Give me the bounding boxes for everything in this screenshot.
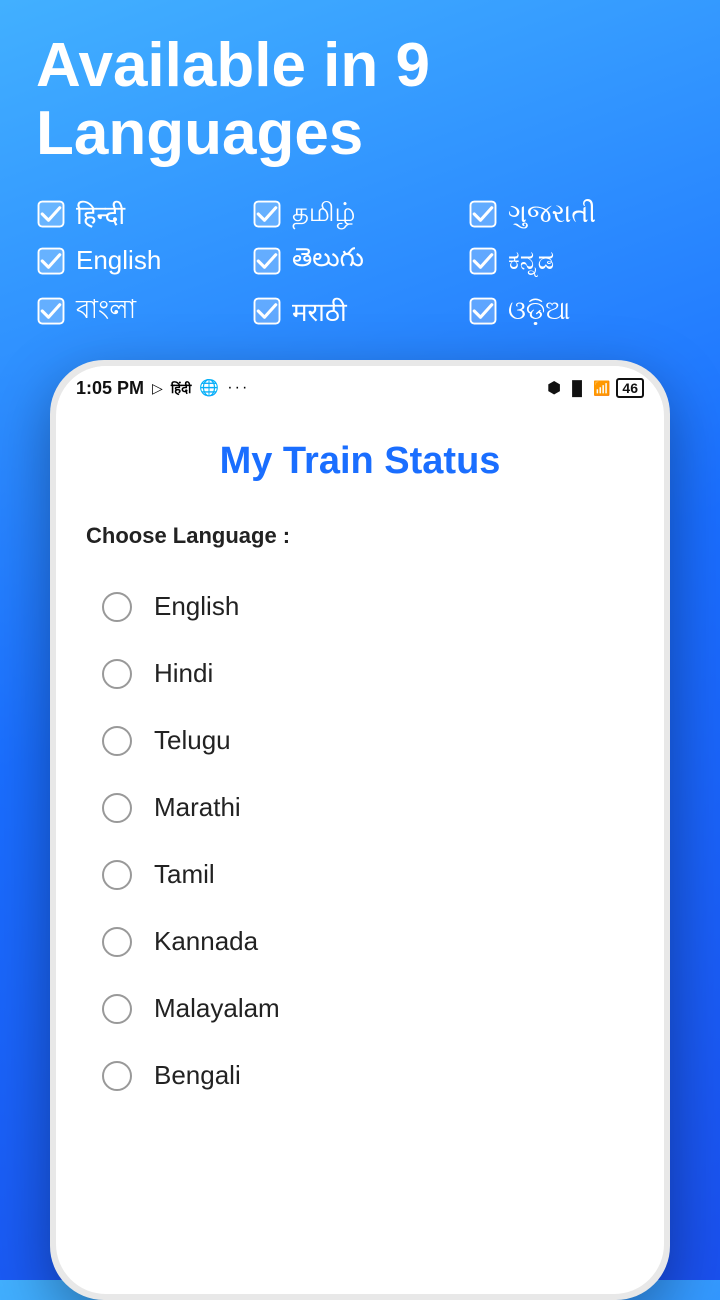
choose-language-label: Choose Language :: [86, 523, 634, 549]
lang-label-tamil: தமிழ்: [292, 197, 355, 231]
lang-label-gujarati: ગુજરાતી: [508, 198, 596, 230]
check-icon-tamil: [252, 199, 282, 229]
radio-telugu[interactable]: [102, 726, 132, 756]
hindi-indicator: हिंदी: [171, 379, 192, 397]
lang-item-tamil: தமிழ்: [252, 196, 468, 232]
app-title: My Train Status: [86, 440, 634, 483]
language-option-marathi[interactable]: Marathi: [86, 774, 634, 841]
languages-grid: हिन्दी தமிழ் ગુજરાતી English: [36, 196, 684, 333]
globe-icon: 🌐: [199, 378, 219, 398]
lang-name-telugu: Telugu: [154, 725, 231, 756]
status-time: 1:05 PM: [76, 378, 144, 399]
lang-name-hindi: Hindi: [154, 658, 213, 689]
battery-level: 46: [616, 378, 644, 398]
lang-name-english: English: [154, 591, 239, 622]
lang-label-odia: ଓଡ଼ିଆ: [508, 295, 570, 327]
phone-outer: 1:05 PM ▷ हिंदी 🌐 ··· ⬢ ▐▌ 📶 46 My Train…: [50, 360, 670, 1300]
radio-hindi[interactable]: [102, 659, 132, 689]
lang-label-english: English: [76, 245, 161, 276]
language-option-kannada[interactable]: Kannada: [86, 908, 634, 975]
radio-english[interactable]: [102, 592, 132, 622]
language-list: English Hindi Telugu Marathi: [86, 573, 634, 1109]
check-icon-telugu: [252, 246, 282, 276]
lang-item-english: English: [36, 242, 252, 279]
lang-item-hindi: हिन्दी: [36, 196, 252, 232]
lang-item-gujarati: ગુજરાતી: [468, 196, 684, 232]
signal-icon: ▐▌: [567, 380, 587, 396]
check-icon-bengali: [36, 296, 66, 326]
check-icon: [36, 199, 66, 229]
check-icon-odia: [468, 296, 498, 326]
language-option-tamil[interactable]: Tamil: [86, 841, 634, 908]
lang-label-kannada: ಕನ್ನಡ: [508, 245, 554, 277]
app-content: My Train Status Choose Language : Englis…: [56, 410, 664, 1294]
lang-name-kannada: Kannada: [154, 926, 258, 957]
check-icon-gujarati: [468, 199, 498, 229]
check-icon-english: [36, 246, 66, 276]
lang-name-bengali: Bengali: [154, 1060, 241, 1091]
main-title: Available in 9 Languages: [36, 32, 684, 168]
language-option-hindi[interactable]: Hindi: [86, 640, 634, 707]
check-icon-marathi: [252, 296, 282, 326]
language-option-malayalam[interactable]: Malayalam: [86, 975, 634, 1042]
check-icon-kannada: [468, 246, 498, 276]
bluetooth-icon: ⬢: [547, 378, 561, 398]
wifi-icon: 📶: [593, 380, 610, 397]
radio-kannada[interactable]: [102, 927, 132, 957]
language-option-english[interactable]: English: [86, 573, 634, 640]
phone-mockup: 1:05 PM ▷ हिंदी 🌐 ··· ⬢ ▐▌ 📶 46 My Train…: [50, 360, 670, 1300]
dots-icon: ···: [227, 379, 249, 397]
lang-item-odia: ଓଡ଼ିଆ: [468, 289, 684, 333]
lang-item-marathi: मराठी: [252, 289, 468, 333]
lang-name-malayalam: Malayalam: [154, 993, 280, 1024]
lang-name-marathi: Marathi: [154, 792, 241, 823]
radio-bengali[interactable]: [102, 1061, 132, 1091]
lang-label-hindi: हिन्दी: [76, 196, 125, 232]
language-option-bengali[interactable]: Bengali: [86, 1042, 634, 1109]
lang-label-telugu: తెలుగు: [292, 242, 364, 279]
lang-label-marathi: मराठी: [292, 293, 347, 329]
play-icon: ▷: [152, 380, 163, 397]
lang-item-bengali: বাংলা: [36, 289, 252, 333]
status-bar: 1:05 PM ▷ हिंदी 🌐 ··· ⬢ ▐▌ 📶 46: [56, 366, 664, 410]
phone-inner: 1:05 PM ▷ हिंदी 🌐 ··· ⬢ ▐▌ 📶 46 My Train…: [56, 366, 664, 1294]
status-left: 1:05 PM ▷ हिंदी 🌐 ···: [76, 378, 249, 399]
lang-name-tamil: Tamil: [154, 859, 215, 890]
radio-tamil[interactable]: [102, 860, 132, 890]
status-icons: ⬢ ▐▌ 📶 46: [547, 378, 644, 398]
radio-malayalam[interactable]: [102, 994, 132, 1024]
lang-item-kannada: ಕನ್ನಡ: [468, 242, 684, 279]
lang-label-bengali: বাংলা: [76, 289, 136, 333]
top-section: Available in 9 Languages हिन्दी தமிழ் ગુ…: [0, 0, 720, 357]
language-option-telugu[interactable]: Telugu: [86, 707, 634, 774]
lang-item-telugu: తెలుగు: [252, 242, 468, 279]
radio-marathi[interactable]: [102, 793, 132, 823]
